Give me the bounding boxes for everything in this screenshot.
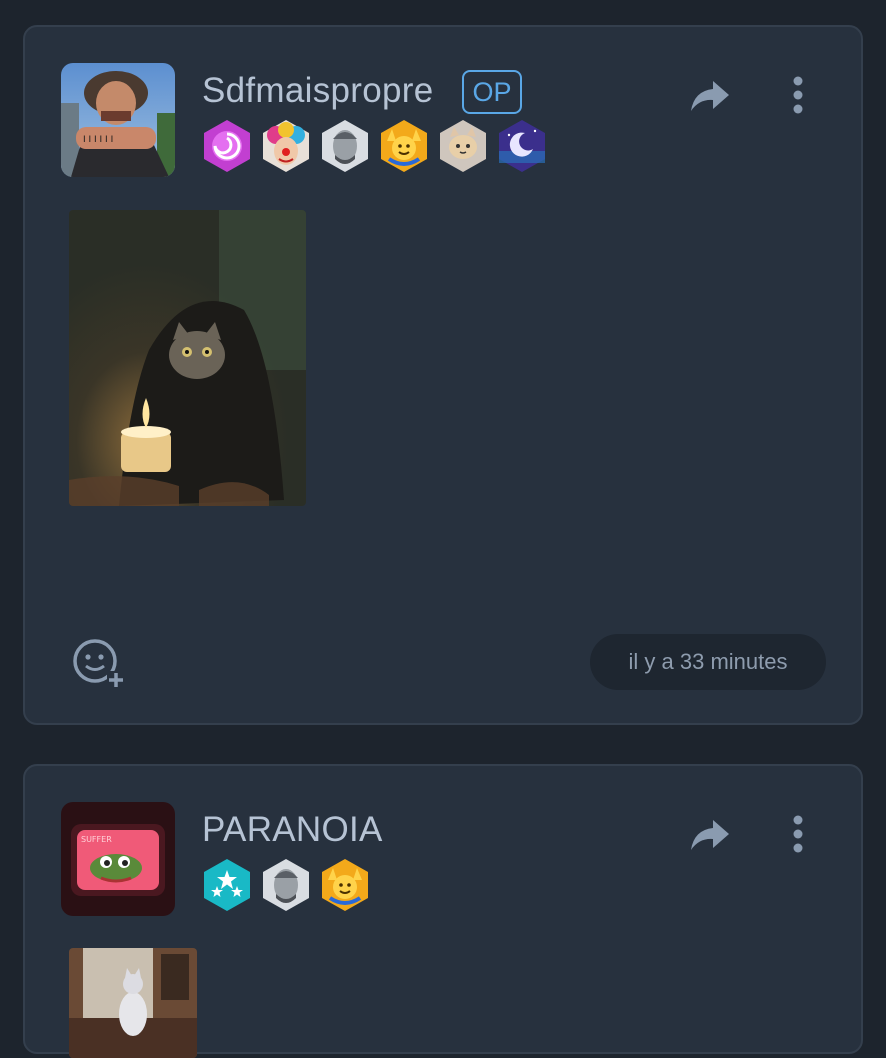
post-card: I I I I I I Sdfmaispropre OP il y a 33 m… [23,25,863,725]
post-timestamp: il y a 33 minutes [590,634,826,690]
avatar-text: SUFFER [81,835,112,844]
share-icon[interactable] [689,77,731,115]
hooded-cat-candle-image[interactable] [69,210,306,506]
post-card: SUFFER PARANOIA [23,764,863,1058]
more-vertical-icon[interactable] [785,814,811,854]
raised-hands-badge-icon[interactable] [318,858,372,912]
more-vertical-icon[interactable] [785,75,811,115]
moon-badge-icon[interactable] [495,119,549,173]
chad-badge-icon[interactable] [318,119,372,173]
author-name[interactable]: PARANOIA [202,810,383,850]
cat-badge-icon[interactable] [436,119,490,173]
share-icon[interactable] [689,816,731,854]
op-badge: OP [462,70,522,114]
author-name[interactable]: Sdfmaispropre [202,71,434,111]
stars-badge-icon[interactable] [200,858,254,912]
add-reaction-icon[interactable] [71,635,125,689]
clown-badge-icon[interactable] [259,119,313,173]
author-avatar[interactable]: SUFFER [61,802,175,916]
raised-hands-badge-icon[interactable] [377,119,431,173]
chad-badge-icon[interactable] [259,858,313,912]
svg-text:I I I I I I: I I I I I I [83,135,113,145]
badge-list [200,119,549,173]
swirl-badge-icon[interactable] [200,119,254,173]
badge-list [200,858,372,912]
author-avatar[interactable]: I I I I I I [61,63,175,177]
cat-in-room-image[interactable] [69,948,197,1058]
